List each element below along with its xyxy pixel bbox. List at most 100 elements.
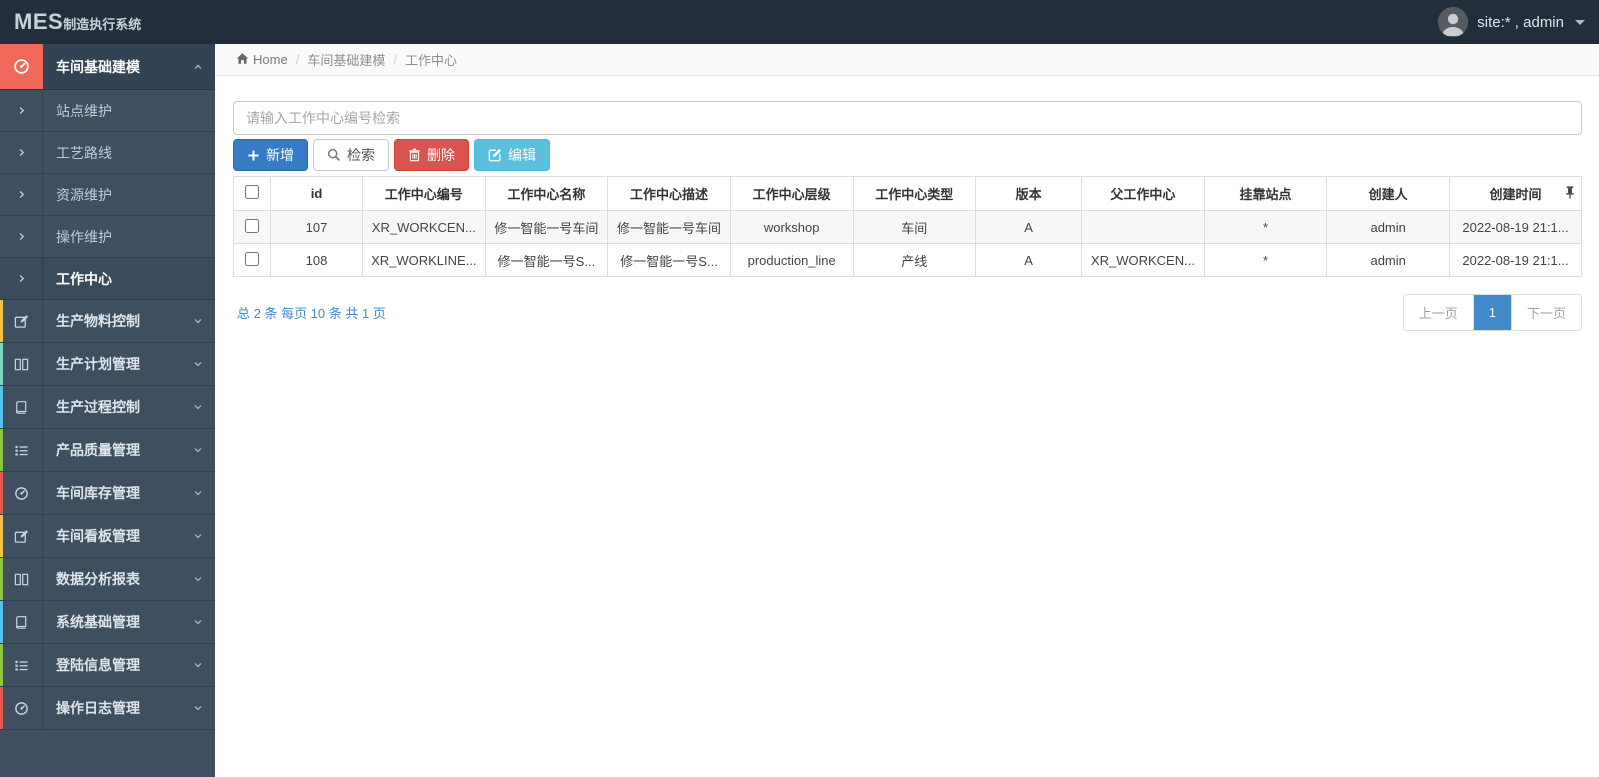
- breadcrumb-separator: /: [295, 52, 300, 67]
- sidebar-item-label: 工作中心: [56, 270, 112, 287]
- next-page-button[interactable]: 下一页: [1510, 295, 1581, 330]
- sidebar-item-plan-management[interactable]: 生产计划管理: [0, 343, 215, 386]
- sidebar-item-material-control[interactable]: 生产物料控制: [0, 300, 215, 343]
- cell-description: 修一智能一号车间: [607, 210, 731, 244]
- column-header-created-time: 创建时间: [1449, 176, 1582, 211]
- logo-text-secondary: 制造执行系统: [63, 17, 142, 32]
- list-icon: [0, 644, 43, 686]
- chevron-down-icon: [181, 644, 215, 686]
- home-icon: [236, 52, 249, 68]
- chevron-right-icon: [0, 132, 43, 173]
- cell-created-time: 2022-08-19 21:1...: [1449, 243, 1582, 277]
- sidebar-item-workshop-modeling[interactable]: 车间基础建模: [0, 44, 215, 90]
- sidebar-item-label: 车间基础建模: [56, 58, 140, 75]
- select-all-checkbox[interactable]: [245, 185, 259, 199]
- app-window: MES 制造执行系统 site:* , admin 车间基础建模 站点维护 工艺…: [0, 0, 1599, 777]
- sidebar-item-analysis-reports[interactable]: 数据分析报表: [0, 558, 215, 601]
- chevron-right-icon: [0, 216, 43, 257]
- table-row[interactable]: 108 XR_WORKLINE... 修一智能一号S... 修一智能一号S...…: [233, 243, 1582, 277]
- main-area: Home / 车间基础建模 / 工作中心 新增 检索: [215, 44, 1599, 777]
- sidebar-item-station-maintenance[interactable]: 站点维护: [0, 90, 215, 132]
- select-all-cell: [233, 176, 271, 211]
- chevron-down-icon: [181, 300, 215, 342]
- accent-strip: [0, 558, 3, 600]
- delete-button-label: 删除: [427, 147, 455, 163]
- cell-type: 产线: [852, 243, 977, 277]
- chevron-down-icon: [181, 515, 215, 557]
- cell-creator: admin: [1326, 210, 1450, 244]
- prev-page-button[interactable]: 上一页: [1403, 295, 1473, 330]
- breadcrumb-current: 工作中心: [404, 53, 457, 68]
- sidebar-item-inventory-management[interactable]: 车间库存管理: [0, 472, 215, 515]
- sidebar-item-label: 工艺路线: [56, 144, 112, 161]
- user-menu[interactable]: site:* , admin: [1438, 7, 1585, 37]
- column-header-code: 工作中心编号: [362, 176, 486, 211]
- edit-button-label: 编辑: [508, 147, 536, 163]
- sidebar-item-operation-log-management[interactable]: 操作日志管理: [0, 687, 215, 730]
- search-input[interactable]: [233, 101, 1582, 135]
- row-checkbox[interactable]: [245, 218, 259, 233]
- chevron-down-icon: [181, 558, 215, 600]
- user-label: site:* , admin: [1477, 13, 1564, 31]
- column-header-level: 工作中心层级: [729, 176, 854, 211]
- sidebar-item-process-control[interactable]: 生产过程控制: [0, 386, 215, 429]
- column-header-description: 工作中心描述: [607, 176, 731, 211]
- accent-strip: [0, 472, 3, 514]
- search-button[interactable]: 检索: [313, 139, 389, 171]
- sidebar-item-process-route[interactable]: 工艺路线: [0, 132, 215, 174]
- pagination-controls: 上一页 1 下一页: [1402, 294, 1582, 331]
- cell-level: production_line: [729, 243, 854, 277]
- sidebar-item-quality-management[interactable]: 产品质量管理: [0, 429, 215, 472]
- pin-icon[interactable]: [1565, 185, 1575, 202]
- columns-icon: [0, 343, 43, 385]
- chevron-down-icon: [181, 687, 215, 729]
- sidebar-item-system-management[interactable]: 系统基础管理: [0, 601, 215, 644]
- page-1-button[interactable]: 1: [1472, 295, 1511, 330]
- edit-button[interactable]: 编辑: [474, 139, 550, 171]
- chevron-down-icon: [181, 386, 215, 428]
- row-select-cell: [233, 210, 271, 244]
- add-button[interactable]: 新增: [233, 139, 308, 171]
- sidebar-item-work-center[interactable]: 工作中心: [0, 258, 215, 300]
- chevron-up-icon: [181, 44, 215, 89]
- sidebar-item-label: 车间看板管理: [56, 528, 140, 544]
- sidebar-item-board-management[interactable]: 车间看板管理: [0, 515, 215, 558]
- breadcrumb-home[interactable]: Home: [236, 52, 288, 68]
- cell-parent: XR_WORKCEN...: [1081, 243, 1205, 277]
- content-panel: 新增 检索 删除 编辑: [215, 76, 1599, 777]
- book-icon: [0, 601, 43, 643]
- plus-icon: [247, 149, 260, 162]
- delete-button[interactable]: 删除: [394, 139, 469, 171]
- row-select-cell: [233, 243, 271, 277]
- table-row[interactable]: 107 XR_WORKCEN... 修一智能一号车间 修一智能一号车间 work…: [233, 210, 1582, 244]
- accent-strip: [0, 343, 3, 385]
- trash-icon: [408, 148, 421, 162]
- accent-strip: [0, 687, 3, 729]
- column-header-id: id: [270, 176, 363, 211]
- cell-creator: admin: [1326, 243, 1450, 277]
- search-icon: [327, 148, 341, 162]
- sidebar-item-operation-maintenance[interactable]: 操作维护: [0, 216, 215, 258]
- cell-name: 修一智能一号车间: [484, 210, 609, 244]
- row-checkbox[interactable]: [245, 251, 259, 266]
- sidebar-item-resource-maintenance[interactable]: 资源维护: [0, 174, 215, 216]
- breadcrumb-separator: /: [393, 52, 397, 67]
- breadcrumb-level1[interactable]: 车间基础建模: [307, 50, 385, 69]
- dashboard-icon: [0, 687, 43, 729]
- accent-strip: [0, 300, 3, 342]
- chevron-down-icon: [181, 429, 215, 471]
- top-bar: MES 制造执行系统 site:* , admin: [0, 0, 1599, 44]
- sidebar-item-label: 产品质量管理: [56, 442, 140, 458]
- cell-station: *: [1203, 210, 1328, 244]
- column-header-parent: 父工作中心: [1081, 176, 1205, 211]
- sidebar-item-label: 操作日志管理: [56, 700, 140, 716]
- accent-strip: [0, 644, 3, 686]
- cell-level: workshop: [729, 210, 854, 244]
- accent-strip: [0, 429, 3, 471]
- list-icon: [0, 429, 43, 471]
- sidebar-item-login-info-management[interactable]: 登陆信息管理: [0, 644, 215, 687]
- breadcrumb: Home / 车间基础建模 / 工作中心: [215, 44, 1599, 76]
- column-header-name: 工作中心名称: [484, 176, 609, 211]
- chevron-down-icon: [1575, 19, 1585, 25]
- sidebar-item-label: 站点维护: [56, 102, 112, 119]
